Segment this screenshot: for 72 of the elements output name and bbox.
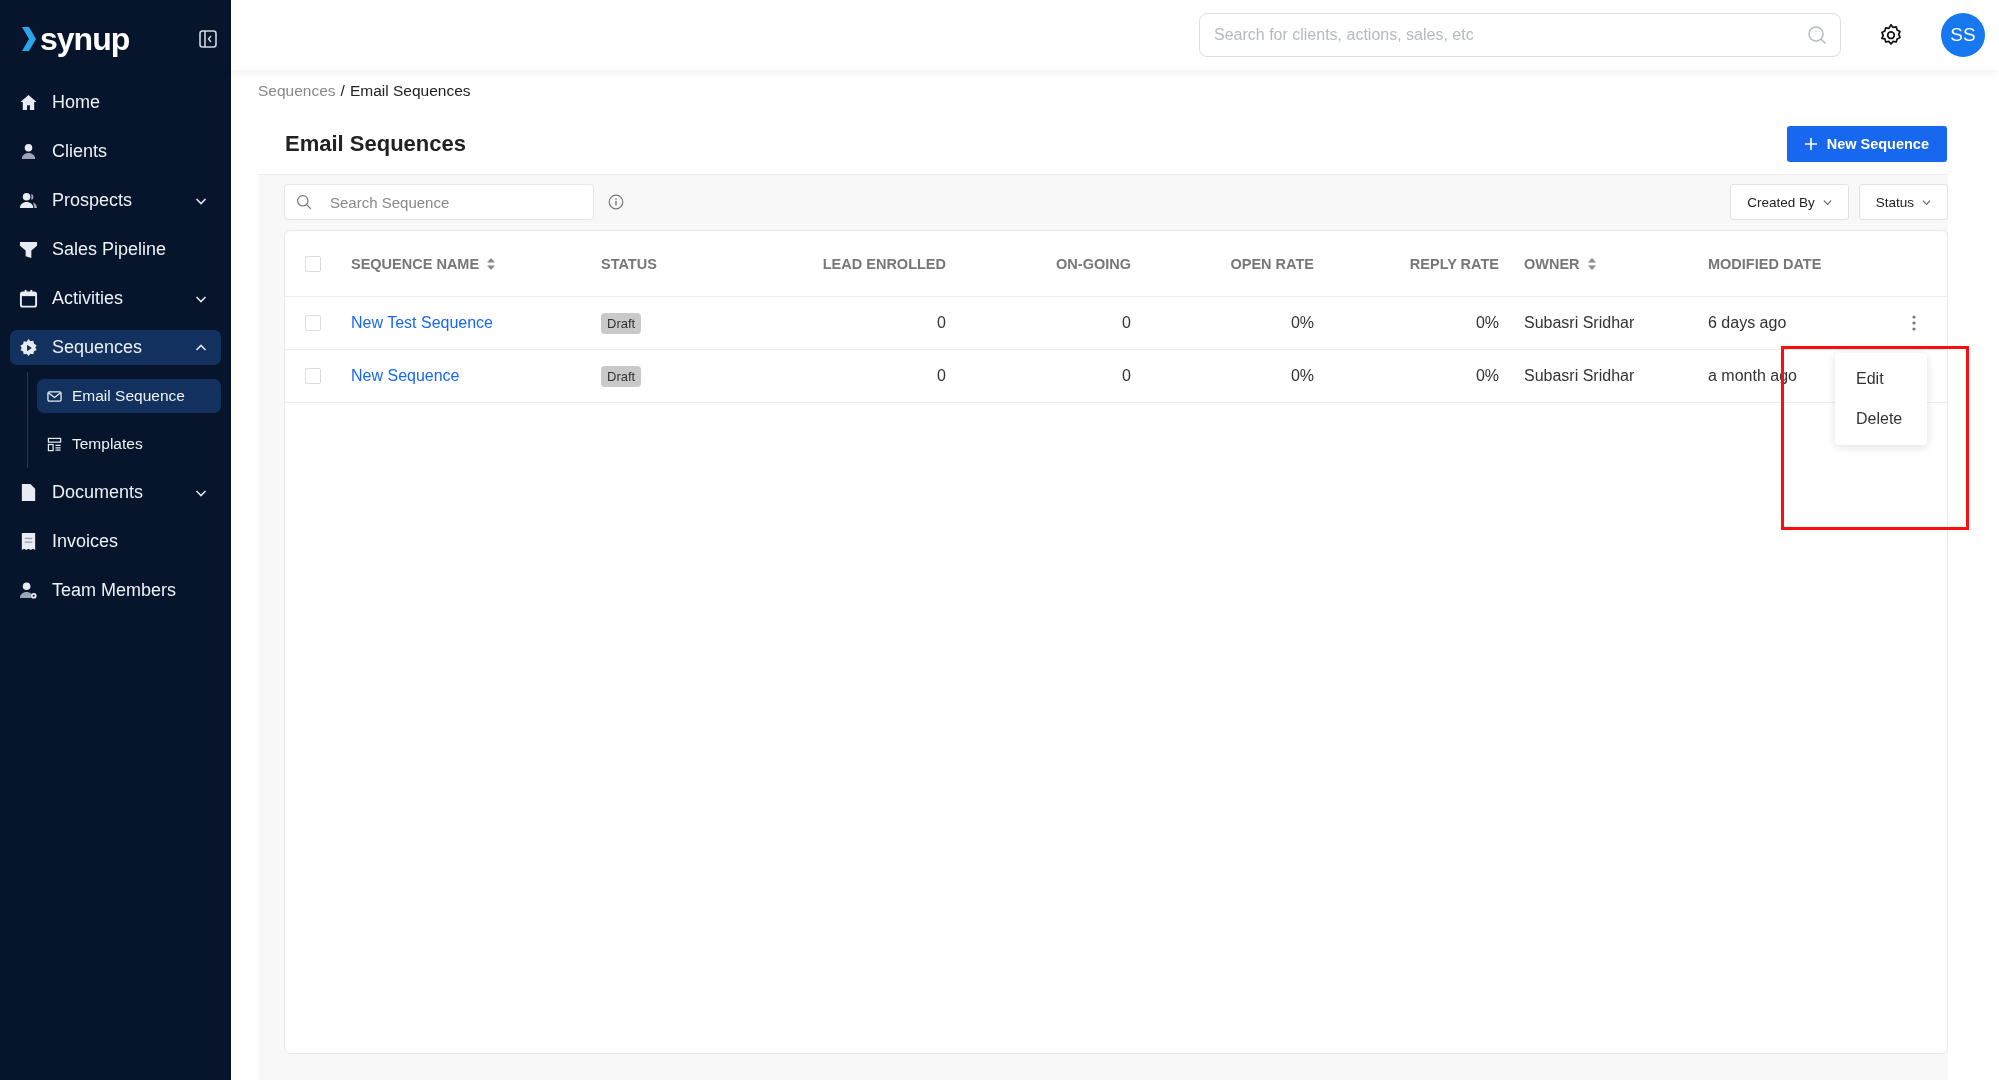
status-badge: Draft [601, 365, 642, 387]
more-options-icon[interactable] [1912, 315, 1916, 331]
breadcrumb-link[interactable]: Sequences [258, 82, 336, 100]
sort-icon[interactable] [1587, 257, 1596, 270]
sequence-search-field[interactable]: Search Sequence [284, 184, 594, 220]
sidebar-subitem[interactable]: Templates [37, 427, 221, 461]
column-header: OPEN RATE [1230, 255, 1314, 272]
column-header: REPLY RATE [1409, 255, 1499, 272]
column-header: SEQUENCE NAME [351, 255, 480, 272]
sidebar-item[interactable]: Sales Pipeline [10, 232, 221, 267]
table-cell: Subasri Sridhar [1524, 367, 1635, 385]
column-header: ON-GOING [1056, 255, 1131, 272]
table-cell: 0% [1290, 367, 1314, 385]
global-search-field[interactable]: Search for clients, actions, sales, etc [1199, 13, 1841, 57]
sidebar-item[interactable]: Home [10, 85, 221, 120]
funnel-icon [19, 240, 38, 259]
people-icon [19, 191, 38, 210]
table-cell: 6 days ago [1708, 314, 1787, 332]
row-checkbox[interactable] [305, 315, 321, 331]
sidebar-collapse-icon[interactable] [199, 30, 217, 48]
table-cell: 0 [1122, 367, 1131, 385]
info-icon[interactable] [608, 194, 624, 210]
search-icon [1807, 25, 1827, 45]
sidebar-item[interactable]: Team Members [10, 573, 221, 608]
new-sequence-button[interactable]: New Sequence [1786, 126, 1947, 162]
receipt-icon [19, 532, 38, 551]
column-header: LEAD ENROLLED [822, 255, 946, 272]
sidebar-item[interactable]: Activities [10, 281, 221, 316]
sidebar-subitem[interactable]: Email Sequence [37, 379, 221, 413]
sort-icon[interactable] [487, 257, 496, 270]
status-badge: Draft [601, 312, 642, 334]
table-cell: 0 [1122, 314, 1131, 332]
row-checkbox[interactable] [305, 368, 321, 384]
column-header: OWNER [1524, 255, 1580, 272]
sidebar-item[interactable]: Sequences [10, 330, 221, 365]
template-icon [47, 436, 62, 452]
select-all-checkbox[interactable] [305, 255, 321, 272]
sidebar-item[interactable]: Invoices [10, 524, 221, 559]
settings-icon[interactable] [1879, 23, 1903, 47]
chevron-logo-icon [22, 27, 36, 51]
envelope-icon [47, 388, 62, 404]
user-avatar[interactable]: SS [1941, 13, 1985, 57]
breadcrumb-separator: / [340, 82, 345, 100]
table-cell: Subasri Sridhar [1524, 314, 1635, 332]
table-cell: 0% [1475, 314, 1499, 332]
logo-text: synup [40, 20, 130, 58]
sidebar-item[interactable]: Documents [10, 475, 221, 510]
sidebar-item[interactable]: Clients [10, 134, 221, 169]
sequence-name-link[interactable]: New Sequence [351, 367, 460, 385]
breadcrumb-current: Email Sequences [349, 82, 471, 100]
table-cell: 0% [1475, 367, 1499, 385]
document-icon [19, 483, 38, 502]
chevron-down-icon [1922, 197, 1931, 207]
table-cell: 0% [1290, 314, 1314, 332]
menu-item[interactable]: Delete [1835, 399, 1927, 439]
person-icon [19, 142, 38, 161]
gear-icon [19, 338, 38, 357]
chevron-down-icon [1822, 197, 1832, 207]
calendar-icon [19, 289, 38, 308]
filter-dropdown[interactable]: Created By [1730, 184, 1849, 220]
plus-icon [1804, 138, 1817, 150]
filter-dropdown[interactable]: Status [1858, 184, 1948, 220]
column-header: STATUS [601, 255, 657, 272]
menu-item[interactable]: Edit [1835, 359, 1927, 399]
person-gear-icon [19, 581, 38, 600]
table-cell: 0 [937, 314, 946, 332]
page-title: Email Sequences [285, 131, 466, 157]
sequence-name-link[interactable]: New Test Sequence [351, 314, 493, 332]
home-icon [19, 93, 38, 112]
sidebar-item[interactable]: Prospects [10, 183, 221, 218]
column-header: MODIFIED DATE [1708, 255, 1822, 272]
table-cell: 0 [937, 367, 946, 385]
